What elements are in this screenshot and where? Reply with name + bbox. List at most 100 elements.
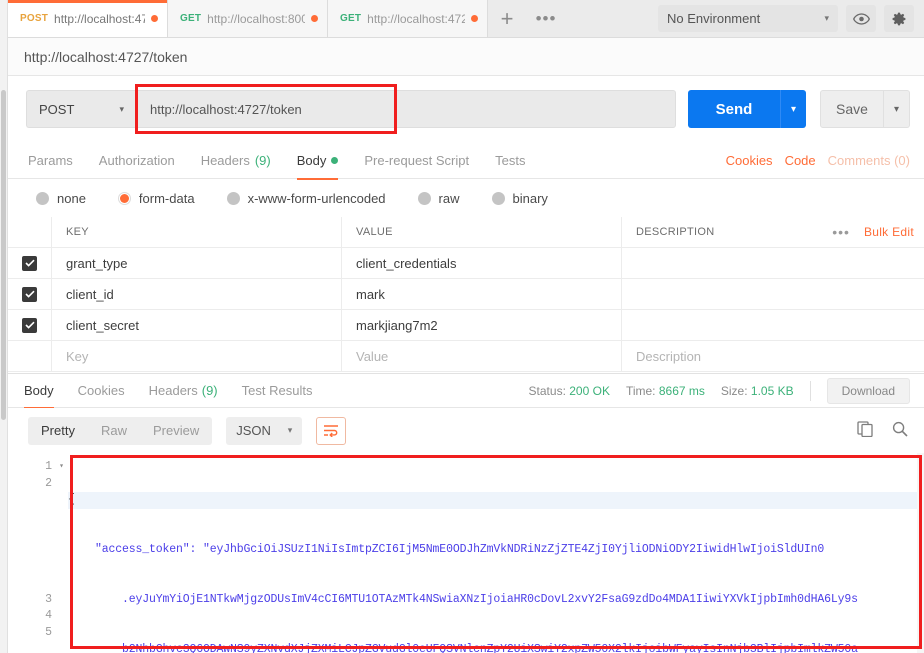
new-tab-button[interactable]: + [488,0,526,37]
request-tab-1[interactable]: POST http://localhost:4727/to [8,0,168,37]
save-button[interactable]: Save [820,90,884,128]
request-tab-2[interactable]: GET http://localhost:8001/ap [168,0,328,37]
request-tab-bar: POST http://localhost:4727/to GET http:/… [8,0,924,38]
row-checkbox-cell[interactable] [8,310,52,340]
new-description-cell[interactable]: Description [622,341,924,371]
row-value-cell[interactable]: markjiang7m2 [342,310,622,340]
environment-controls: No Environment ▾ [658,5,924,37]
view-mode-preview[interactable]: Preview [140,417,212,445]
gear-icon [892,12,906,25]
table-row[interactable]: client_secret markjiang7m2 [8,310,924,341]
url-input[interactable]: http://localhost:4727/token [136,90,676,128]
response-format-select[interactable]: JSON ▾ [226,416,303,445]
response-tab-headers[interactable]: Headers (9) [149,373,218,408]
code-line: .eyJuYmYiOjE1NTkwMjgzODUsImV4cCI6MTU1OTA… [68,592,858,606]
chevron-down-icon: ▾ [287,425,293,435]
viewer-right-actions [857,421,924,440]
view-mode-raw[interactable]: Raw [88,417,140,445]
tab-params[interactable]: Params [28,142,73,179]
search-button[interactable] [892,421,908,440]
response-body-code[interactable]: { "access_token": "eyJhbGciOiJSUzI1NiIsI… [68,453,924,653]
send-options-caret-icon[interactable]: ▾ [780,90,806,128]
radio-label: form-data [138,190,195,206]
tab-label: Authorization [98,152,175,168]
tab-overflow-menu-icon[interactable]: ••• [526,0,566,37]
row-key-cell[interactable]: grant_type [52,248,342,278]
tab-method-label: POST [20,13,49,24]
line-number: 4 [45,609,52,623]
row-value-cell[interactable]: client_credentials [342,248,622,278]
response-viewer-toolbar: Pretty Raw Preview JSON ▾ [8,408,924,453]
body-type-none[interactable]: none [36,191,86,206]
line-number[interactable]: 1 [8,459,68,476]
response-tab-bar: Body Cookies Headers (9) Test Results St… [8,373,924,409]
settings-button[interactable] [884,5,914,32]
http-method-select[interactable]: POST ▾ [26,90,136,128]
word-wrap-toggle[interactable] [316,416,347,445]
copy-button[interactable] [857,421,874,440]
header-description: DESCRIPTION [636,226,715,238]
checkbox-checked-icon[interactable] [22,317,37,333]
new-value-cell[interactable]: Value [342,341,622,371]
cookies-link[interactable]: Cookies [726,153,773,168]
environment-select[interactable]: No Environment ▾ [658,5,838,32]
row-description-cell[interactable] [622,310,924,340]
line-number [8,509,68,526]
tab-authorization[interactable]: Authorization [99,142,175,179]
radio-icon [491,191,505,205]
tab-method-label: GET [180,13,202,24]
row-key-cell[interactable]: client_id [52,279,342,309]
view-mode-pretty[interactable]: Pretty [28,417,88,445]
table-placeholder-row[interactable]: Key Value Description [8,341,924,372]
tab-body[interactable]: Body [296,142,339,180]
url-input-container: http://localhost:4727/token [135,84,676,134]
tab-tests[interactable]: Tests [495,142,525,179]
response-tab-body[interactable]: Body [24,373,54,409]
environment-quick-look-button[interactable] [846,5,876,32]
row-key-cell[interactable]: client_secret [52,310,342,340]
sidebar-scrollbar-thumb[interactable] [1,90,6,420]
comments-link[interactable]: Comments (0) [828,153,910,168]
row-description-cell[interactable] [622,279,924,309]
download-button[interactable]: Download [826,377,910,404]
body-type-x-www-form-urlencoded[interactable]: x-www-form-urlencoded [226,191,386,206]
request-name-bar: http://localhost:4727/token [8,38,924,76]
table-options-icon[interactable]: ••• [832,224,850,240]
new-value-placeholder: Value [356,348,389,364]
checkbox-checked-icon[interactable] [22,286,37,302]
http-method-label: POST [39,101,75,117]
response-format-label: JSON [236,423,271,438]
row-checkbox-cell[interactable] [8,248,52,278]
bulk-edit-link[interactable]: Bulk Edit [864,225,914,239]
send-button[interactable]: Send [688,90,780,128]
tab-pre-request-script[interactable]: Pre-request Script [364,142,469,179]
code-line: "access_token": "eyJhbGciOiJSUzI1NiIsImt… [68,542,825,556]
body-type-binary[interactable]: binary [491,191,548,206]
body-type-raw[interactable]: raw [417,191,460,206]
new-key-cell[interactable]: Key [52,341,342,371]
response-tab-test-results[interactable]: Test Results [242,373,313,408]
code-line: b2NhbGhvc3Q6ODAwNS9yZXNvdXJjZXMiLCJpZGVu… [68,642,858,653]
body-type-form-data[interactable]: form-data [117,190,195,206]
row-description-cell[interactable] [622,248,924,278]
save-options-caret-icon[interactable]: ▾ [884,90,910,128]
table-row[interactable]: client_id mark [8,279,924,310]
tab-headers[interactable]: Headers (9) [201,142,271,179]
row-checkbox-cell[interactable] [8,341,52,371]
radio-icon [36,191,49,205]
tab-label: Params [28,152,73,168]
response-tab-cookies[interactable]: Cookies [78,373,125,408]
code-link[interactable]: Code [785,153,816,168]
checkbox-checked-icon[interactable] [22,255,37,271]
table-row[interactable]: grant_type client_credentials [8,248,924,279]
line-number: 3 [45,592,52,606]
row-checkbox-cell[interactable] [8,279,52,309]
request-tab-3[interactable]: GET http://localhost:4727/oc [328,0,488,37]
chevron-down-icon: ▾ [119,103,124,114]
tab-url-label: http://localhost:8001/ap [207,11,305,26]
line-number [8,492,68,509]
word-wrap-icon [324,425,339,437]
code-vertical-scrollbar[interactable] [917,453,924,653]
row-value-cell[interactable]: mark [342,279,622,309]
response-body-viewer[interactable]: 1 2 3 4 5 { "access_token": "eyJhbGciOiJ… [8,453,924,653]
